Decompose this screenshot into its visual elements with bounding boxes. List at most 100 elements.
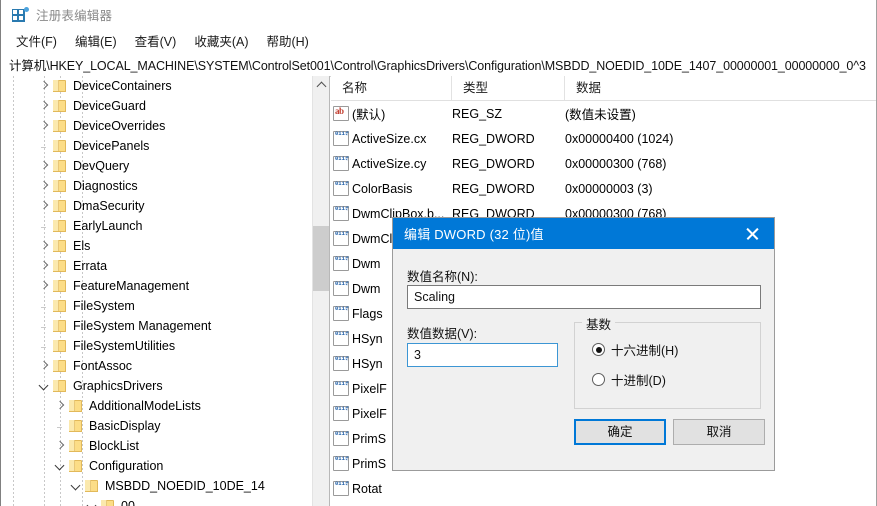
menu-item-view[interactable]: 查看(V) [126,29,186,52]
registry-editor-icon [12,6,29,23]
chevron-right-icon[interactable] [36,258,52,274]
tree-item[interactable]: DeviceContainers [2,76,312,96]
tree-item[interactable]: DmaSecurity [2,196,312,216]
dword-value-icon [333,206,349,221]
tree-item[interactable]: EarlyLaunch [2,216,312,236]
menu-item-favorites[interactable]: 收藏夹(A) [185,29,257,52]
tree-item[interactable]: BasicDisplay [2,416,312,436]
base-group [574,322,761,409]
tree-item[interactable]: Els [2,236,312,256]
chevron-right-icon[interactable] [36,158,52,174]
chevron-right-icon[interactable] [36,278,52,294]
tree-item[interactable]: FileSystem Management [2,316,312,336]
value-data-input[interactable]: 3 [407,343,558,367]
chevron-down-icon[interactable] [52,458,68,474]
value-row[interactable]: ActiveSize.cx REG_DWORD 0x00000400 (1024) [331,126,876,151]
tree-item-label: EarlyLaunch [73,219,143,233]
tree-item-label: FontAssoc [73,359,133,373]
chevron-right-icon[interactable] [36,358,52,374]
radio-hexadecimal-indicator [592,343,605,356]
scrollbar-thumb[interactable] [313,226,329,291]
radio-decimal[interactable]: 十进制(D) [592,370,666,389]
chevron-right-icon[interactable] [52,398,68,414]
dialog-title-bar: 编辑 DWORD (32 位)值 [393,218,774,249]
tree-item[interactable]: DevicePanels [2,136,312,156]
tree-item-label: BasicDisplay [89,419,161,433]
value-row[interactable]: Scalin [331,501,876,506]
folder-icon [84,479,100,493]
tree-item[interactable]: AdditionalModeLists [2,396,312,416]
chevron-right-icon[interactable] [52,438,68,454]
value-name: HSyn [352,331,383,346]
cancel-button[interactable]: 取消 [673,419,765,445]
tree-item[interactable]: DeviceOverrides [2,116,312,136]
folder-icon [68,439,84,453]
tree-item[interactable]: Configuration [2,456,312,476]
value-row[interactable]: ColorBasis REG_DWORD 0x00000003 (3) [331,176,876,201]
menu-item-file[interactable]: 文件(F) [7,29,66,52]
folder-icon [100,499,116,506]
tree-item[interactable]: 00 [2,496,312,506]
tree-item[interactable]: FontAssoc [2,356,312,376]
column-header-type[interactable]: 类型 [452,76,565,100]
column-header-name[interactable]: 名称 [331,76,452,100]
menu-item-edit[interactable]: 编辑(E) [66,29,126,52]
chevron-right-icon[interactable] [36,198,52,214]
tree-leaf-marker-icon [36,138,52,154]
tree-item[interactable]: DevQuery [2,156,312,176]
menu-item-help[interactable]: 帮助(H) [257,29,317,52]
dword-value-icon [333,281,349,296]
value-data: 0x00000300 (768) [565,156,667,171]
chevron-right-icon[interactable] [36,118,52,134]
value-name: Rotat [352,481,382,496]
tree-item-label: 00 [121,499,135,506]
tree-item[interactable]: FileSystemUtilities [2,336,312,356]
chevron-right-icon[interactable] [36,78,52,94]
tree-item[interactable]: Diagnostics [2,176,312,196]
chevron-down-icon[interactable] [36,378,52,394]
folder-icon [68,419,84,433]
tree-item[interactable]: BlockList [2,436,312,456]
tree-item[interactable]: MSBDD_NOEDID_10DE_14 [2,476,312,496]
folder-icon [52,259,68,273]
chevron-right-icon[interactable] [36,98,52,114]
column-header-data[interactable]: 数据 [565,76,876,100]
dword-value-icon [333,406,349,421]
value-row[interactable]: Rotat [331,476,876,501]
tree-item[interactable]: GraphicsDrivers [2,376,312,396]
value-row[interactable]: (默认) REG_SZ (数值未设置) [331,101,876,126]
tree-item[interactable]: FeatureManagement [2,276,312,296]
value-name: PrimS [352,456,387,471]
tree-item[interactable]: FileSystem [2,296,312,316]
chevron-right-icon[interactable] [36,238,52,254]
radio-hexadecimal[interactable]: 十六进制(H) [592,340,678,359]
chevron-right-icon[interactable] [36,178,52,194]
tree-item[interactable]: Errata [2,256,312,276]
close-icon[interactable] [730,218,774,249]
list-header: 名称 类型 数据 [331,76,876,101]
ok-button[interactable]: 确定 [574,419,666,445]
folder-icon [52,219,68,233]
value-name: Dwm [352,281,381,296]
tree-item[interactable]: DeviceGuard [2,96,312,116]
dword-value-icon [333,381,349,396]
radio-hexadecimal-label: 十六进制(H) [611,344,679,358]
scroll-up-arrow-icon[interactable] [313,76,329,93]
chevron-down-icon[interactable] [68,478,84,494]
tree-item-label: AdditionalModeLists [89,399,201,413]
registry-editor-window: 注册表编辑器 文件(F) 编辑(E) 查看(V) 收藏夹(A) 帮助(H) 计算… [0,0,877,506]
address-bar[interactable]: 计算机\HKEY_LOCAL_MACHINE\SYSTEM\ControlSet… [2,52,876,77]
value-name: HSyn [352,356,383,371]
base-group-label: 基数 [582,314,616,333]
folder-icon [52,119,68,133]
chevron-down-icon[interactable] [84,498,100,506]
dword-value-icon [333,331,349,346]
tree-item-label: Diagnostics [73,179,138,193]
value-row[interactable]: ActiveSize.cy REG_DWORD 0x00000300 (768) [331,151,876,176]
value-name-input[interactable]: Scaling [407,285,761,309]
edit-dword-dialog: 编辑 DWORD (32 位)值 数值名称(N): Scaling 数值数据(V… [392,217,775,471]
tree-scrollbar[interactable] [312,76,329,506]
tree-item-label: GraphicsDrivers [73,379,163,393]
folder-icon [52,239,68,253]
value-name: PrimS [352,431,387,446]
